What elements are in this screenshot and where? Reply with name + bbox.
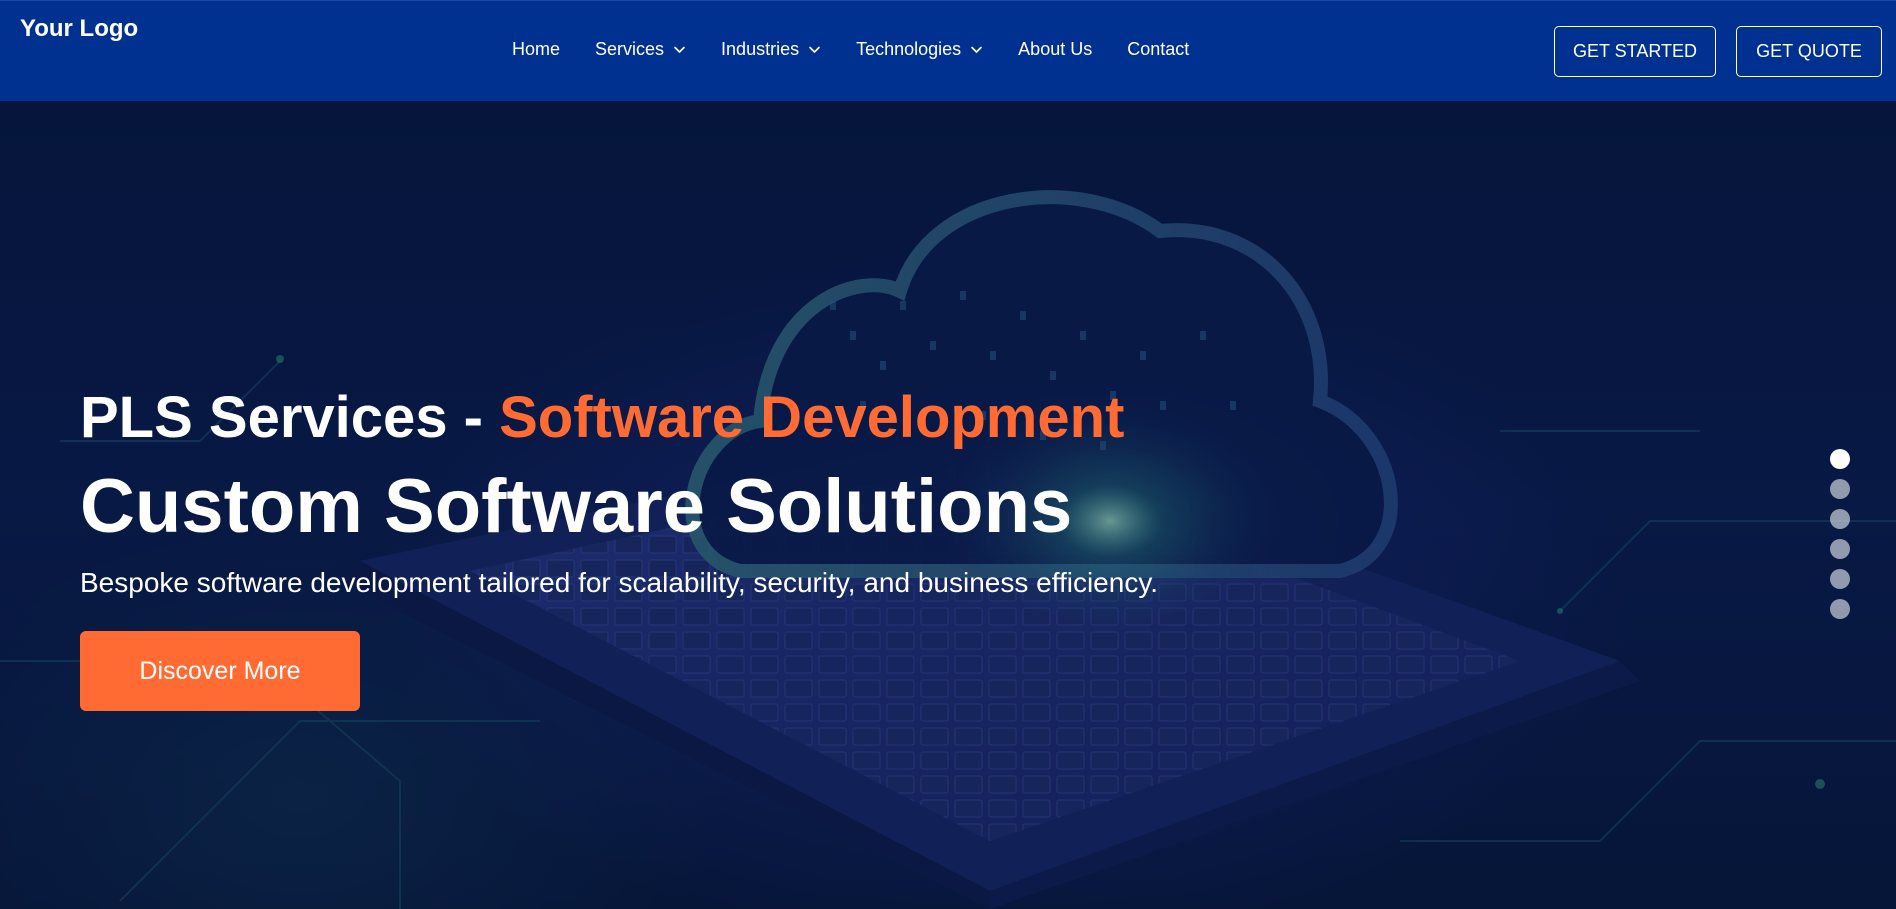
slider-dot-3[interactable]	[1830, 509, 1850, 529]
get-quote-button[interactable]: GET QUOTE	[1736, 26, 1882, 77]
chevron-down-icon	[673, 43, 686, 56]
chevron-down-icon	[970, 43, 983, 56]
nav-item-label: Technologies	[856, 39, 962, 59]
hero-content: PLS Services - Software Development Cust…	[80, 384, 1158, 711]
nav-item-label: Services	[595, 39, 665, 59]
slider-dot-4[interactable]	[1830, 539, 1850, 559]
nav-item-industries[interactable]: Industries	[721, 39, 821, 60]
slider-pagination	[1830, 449, 1850, 629]
nav-item-label: Contact	[1127, 39, 1190, 59]
slider-dot-2[interactable]	[1830, 479, 1850, 499]
get-started-button[interactable]: GET STARTED	[1554, 26, 1716, 77]
nav-item-contact[interactable]: Contact	[1127, 39, 1189, 60]
nav-item-home[interactable]: Home	[512, 39, 560, 60]
slider-dot-1[interactable]	[1830, 449, 1850, 469]
discover-more-button[interactable]: Discover More	[80, 631, 360, 711]
nav-item-about-us[interactable]: About Us	[1018, 39, 1092, 60]
main-nav: Home Services Industries Technologies Ab…	[512, 39, 1189, 60]
site-logo[interactable]: Your Logo	[20, 15, 138, 43]
nav-item-services[interactable]: Services	[595, 39, 686, 60]
nav-item-label: Industries	[721, 39, 800, 59]
slider-dot-5[interactable]	[1830, 569, 1850, 589]
hero-title: Custom Software Solutions	[80, 464, 1073, 549]
site-header: Your Logo Home Services Industries Techn…	[0, 0, 1896, 101]
hero-kicker-accent: Software Development	[499, 385, 1125, 450]
hero-subtitle: Bespoke software development tailored fo…	[80, 567, 1159, 598]
hero-kicker: PLS Services - Software Development	[80, 384, 1158, 452]
chevron-down-icon	[808, 43, 821, 56]
hero-section: PLS Services - Software Development Cust…	[0, 101, 1896, 909]
page: Your Logo Home Services Industries Techn…	[0, 0, 1896, 909]
slider-dot-6[interactable]	[1830, 599, 1850, 619]
nav-item-label: Home	[512, 39, 561, 59]
nav-item-technologies[interactable]: Technologies	[856, 39, 983, 60]
nav-item-label: About Us	[1018, 39, 1093, 59]
hero-kicker-prefix: PLS Services -	[80, 385, 500, 450]
